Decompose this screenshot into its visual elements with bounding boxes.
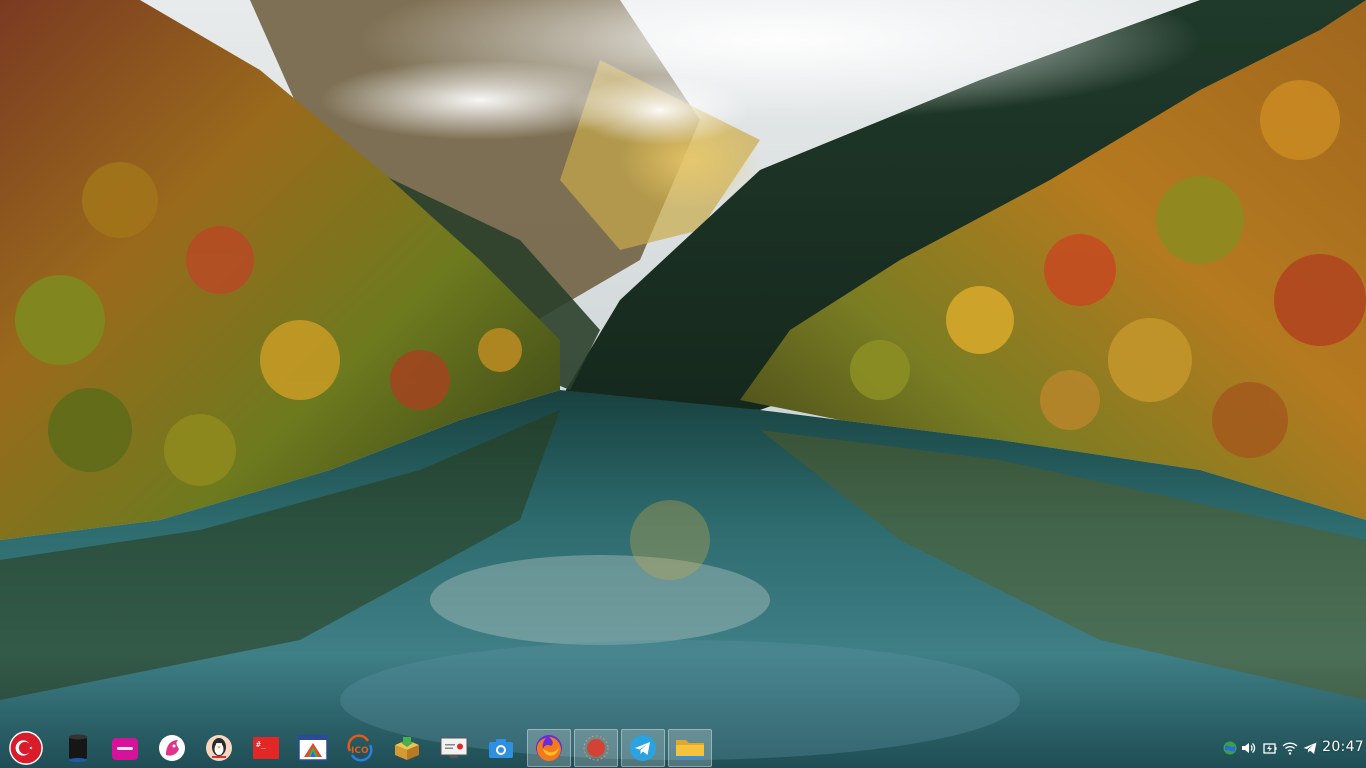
- screen-recorder-app-button[interactable]: [436, 730, 472, 766]
- turkish-flag-menu-icon: [9, 731, 43, 765]
- file-manager-app-button[interactable]: [668, 729, 712, 767]
- telegram-tray-icon[interactable]: [1302, 740, 1318, 756]
- camera-icon: [489, 739, 513, 758]
- telegram-icon: [630, 735, 656, 761]
- image-viewer-app-button[interactable]: [295, 730, 331, 766]
- battery-icon[interactable]: [1262, 740, 1278, 756]
- clock[interactable]: 20:47: [1322, 739, 1364, 755]
- magenta-folder-icon: [112, 738, 138, 760]
- screenshot-app-button[interactable]: [483, 730, 519, 766]
- volume-icon[interactable]: [1240, 740, 1256, 756]
- package-installer-app-button[interactable]: [389, 730, 425, 766]
- telegram-app-button[interactable]: [621, 729, 665, 767]
- network-globe-icon[interactable]: [1222, 740, 1238, 756]
- triangle-window-icon: [298, 735, 328, 761]
- pink-fox-icon: [159, 735, 185, 761]
- red-circle-icon: [583, 735, 609, 761]
- wifi-icon[interactable]: [1282, 740, 1298, 756]
- screen-recorder-icon: [440, 737, 468, 758]
- icon-converter-app-button[interactable]: ICO: [342, 730, 378, 766]
- pardus-app-button[interactable]: [154, 730, 190, 766]
- red-terminal-icon: #_: [253, 737, 279, 759]
- ico-converter-icon: ICO: [347, 734, 373, 762]
- terminal-app-button[interactable]: [60, 730, 96, 766]
- terminal-red-app-button[interactable]: #_: [248, 730, 284, 766]
- firefox-app-button[interactable]: [527, 729, 571, 767]
- penguin-icon: [206, 735, 232, 761]
- package-box-icon: [395, 737, 419, 760]
- app-window-button[interactable]: [574, 729, 618, 767]
- pet-app-button[interactable]: [201, 730, 237, 766]
- start-menu-button[interactable]: [8, 730, 44, 766]
- svg-text:#_: #_: [256, 740, 266, 749]
- media-app-button[interactable]: [107, 730, 143, 766]
- system-tray: 20:47: [1220, 728, 1366, 768]
- black-cylinder-icon: [69, 734, 87, 762]
- svg-text:ICO: ICO: [351, 746, 369, 756]
- firefox-icon: [536, 735, 562, 762]
- desktop-wallpaper: [0, 0, 1366, 768]
- taskbar: #_ ICO 20:47: [0, 728, 1366, 768]
- yellow-folder-icon: [676, 740, 704, 759]
